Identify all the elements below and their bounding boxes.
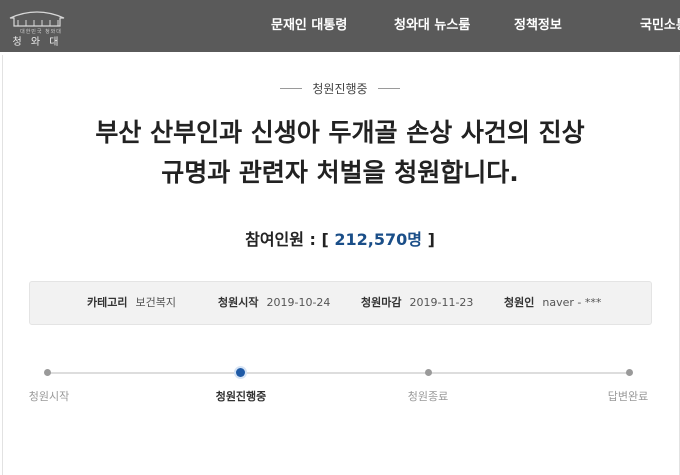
nav-item-policy[interactable]: 정책정보 bbox=[514, 0, 562, 52]
info-start: 청원시작 2019-10-24 bbox=[218, 282, 330, 324]
cheongwadae-logo[interactable]: 대한민국 청와대 청 와 대 bbox=[0, 0, 78, 52]
nav-item-president[interactable]: 문재인 대통령 bbox=[271, 0, 347, 52]
info-start-label: 청원시작 bbox=[218, 296, 259, 309]
participant-count: 참여인원 : [ 212,570명 ] bbox=[0, 226, 680, 252]
progress-step-answered: 답변완료 bbox=[607, 390, 649, 403]
progress-step-closed: 청원종료 bbox=[407, 390, 449, 403]
participant-count-label: 참여인원 : [ bbox=[245, 230, 329, 249]
info-petitioner-value: naver - *** bbox=[542, 296, 602, 309]
info-category: 카테고리 보건복지 bbox=[87, 282, 176, 324]
info-category-value: 보건복지 bbox=[135, 296, 176, 309]
blue-house-roof-icon bbox=[9, 11, 65, 27]
info-deadline: 청원마감 2019-11-23 bbox=[361, 282, 473, 324]
info-category-label: 카테고리 bbox=[87, 296, 128, 309]
participant-count-value: 212,570명 bbox=[334, 230, 423, 249]
progress-track bbox=[48, 372, 630, 374]
logo-title: 청 와 대 bbox=[12, 37, 62, 48]
info-deadline-label: 청원마감 bbox=[361, 296, 402, 309]
petition-title-line-1: 부산 산부인과 신생아 두개골 손상 사건의 진상 bbox=[95, 118, 585, 147]
status-label: 청원진행중 bbox=[312, 81, 368, 96]
petition-status: 청원진행중 bbox=[0, 78, 680, 98]
progress-dot-closed bbox=[425, 369, 432, 376]
status-divider-right bbox=[377, 87, 400, 89]
top-navigation-bar: 대한민국 청와대 청 와 대 문재인 대통령 청와대 뉴스룸 정책정보 국민소통 bbox=[0, 0, 680, 52]
info-petitioner-label: 청원인 bbox=[504, 296, 535, 309]
progress-step-in-progress: 청원진행중 bbox=[215, 390, 267, 403]
progress-step-start: 청원시작 bbox=[28, 390, 70, 403]
info-deadline-value: 2019-11-23 bbox=[409, 296, 474, 309]
petition-title-line-2: 규명과 관련자 처벌을 청원합니다. bbox=[161, 158, 519, 187]
info-petitioner: 청원인 naver - *** bbox=[504, 282, 601, 324]
participant-count-close: ] bbox=[427, 230, 435, 249]
progress-dot-start bbox=[44, 369, 51, 376]
status-divider-left bbox=[280, 87, 303, 89]
petition-info-box: 카테고리 보건복지 청원시작 2019-10-24 청원마감 2019-11-23 청… bbox=[29, 281, 652, 325]
nav-item-newsroom[interactable]: 청와대 뉴스룸 bbox=[394, 0, 470, 52]
progress-dot-answered bbox=[626, 369, 633, 376]
info-start-value: 2019-10-24 bbox=[266, 296, 331, 309]
progress-dot-in-progress bbox=[236, 368, 245, 377]
nav-item-communication[interactable]: 국민소통 bbox=[640, 0, 680, 52]
petition-title: 부산 산부인과 신생아 두개골 손상 사건의 진상 규명과 관련자 처벌을 청원… bbox=[0, 113, 680, 193]
